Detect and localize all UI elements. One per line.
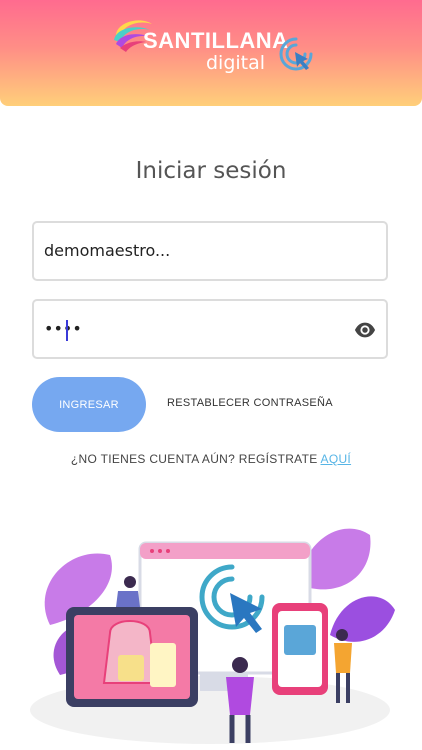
eye-icon[interactable] xyxy=(354,319,376,341)
signup-prompt: ¿NO TIENES CUENTA AÚN? REGÍSTRATE AQUÍ xyxy=(0,452,422,466)
text-caret xyxy=(66,320,68,341)
page-title: Iniciar sesión xyxy=(135,158,287,184)
signup-link[interactable]: AQUÍ xyxy=(321,452,352,466)
username-value: demomaestro... xyxy=(44,241,171,260)
header: SANTILLANA digital xyxy=(0,0,422,106)
brand-subtitle: digital xyxy=(206,52,266,74)
password-value: •••• xyxy=(44,319,82,338)
click-cursor-icon xyxy=(279,37,313,71)
brand-name: SANTILLANA xyxy=(143,28,289,53)
submit-button[interactable]: INGRESAR xyxy=(32,377,146,432)
username-field[interactable]: demomaestro... xyxy=(32,221,388,281)
learning-illustration xyxy=(30,528,395,744)
reset-password-link[interactable]: RESTABLECER CONTRASEÑA xyxy=(167,397,333,409)
signup-text: ¿NO TIENES CUENTA AÚN? REGÍSTRATE xyxy=(70,452,318,466)
password-field[interactable]: •••• xyxy=(32,299,388,359)
